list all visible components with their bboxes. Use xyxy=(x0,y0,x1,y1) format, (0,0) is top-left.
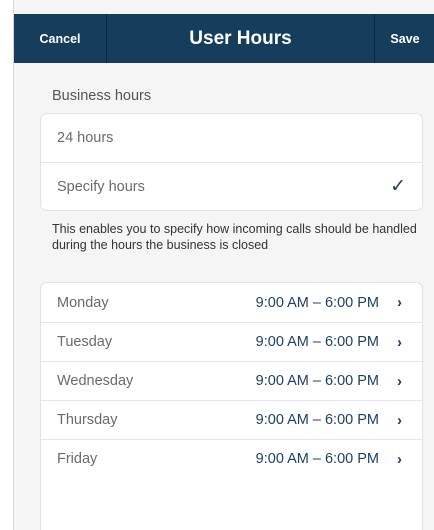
option-label: 24 hours xyxy=(57,130,114,146)
day-hours: 9:00 AM – 6:00 PM xyxy=(255,412,379,428)
chevron-right-icon: › xyxy=(397,333,402,351)
day-row-wednesday[interactable]: Wednesday 9:00 AM – 6:00 PM › xyxy=(41,361,422,400)
chevron-right-icon: › xyxy=(397,372,402,390)
save-button[interactable]: Save xyxy=(375,14,434,63)
option-label: Specify hours xyxy=(57,178,145,195)
chevron-right-icon: › xyxy=(397,411,402,429)
cancel-button[interactable]: Cancel xyxy=(14,14,106,63)
info-text: This enables you to specify how incoming… xyxy=(52,222,417,252)
day-hours: 9:00 AM – 6:00 PM xyxy=(255,451,379,467)
section-label: Business hours xyxy=(52,88,152,104)
day-hours: 9:00 AM – 6:00 PM xyxy=(255,294,379,311)
day-name: Friday xyxy=(57,451,98,467)
day-row-monday[interactable]: Monday 9:00 AM – 6:00 PM › xyxy=(41,283,422,322)
day-row-friday[interactable]: Friday 9:00 AM – 6:00 PM › xyxy=(41,439,422,478)
page-title: User Hours xyxy=(189,27,292,49)
day-hours: 9:00 AM – 6:00 PM xyxy=(255,373,379,389)
chevron-right-icon: › xyxy=(397,294,402,311)
day-name: Thursday xyxy=(57,412,118,428)
app-screen: Cancel User Hours Save Business hours 24… xyxy=(13,0,434,530)
option-specify-hours[interactable]: Specify hours ✓ xyxy=(41,162,422,210)
chevron-right-icon: › xyxy=(397,450,402,468)
day-row-tuesday[interactable]: Tuesday 9:00 AM – 6:00 PM › xyxy=(41,322,422,361)
day-hours: 9:00 AM – 6:00 PM xyxy=(255,334,379,350)
day-hours-list: Monday 9:00 AM – 6:00 PM › Tuesday 9:00 … xyxy=(40,282,423,530)
day-name: Monday xyxy=(57,294,109,311)
day-row-thursday[interactable]: Thursday 9:00 AM – 6:00 PM › xyxy=(41,400,422,439)
day-name: Wednesday xyxy=(57,373,134,389)
nav-header: Cancel User Hours Save xyxy=(14,14,434,63)
checkmark-icon: ✓ xyxy=(390,176,406,197)
day-name: Tuesday xyxy=(57,334,113,350)
option-24-hours[interactable]: 24 hours xyxy=(41,114,422,162)
business-hours-options: 24 hours Specify hours ✓ xyxy=(40,113,423,211)
